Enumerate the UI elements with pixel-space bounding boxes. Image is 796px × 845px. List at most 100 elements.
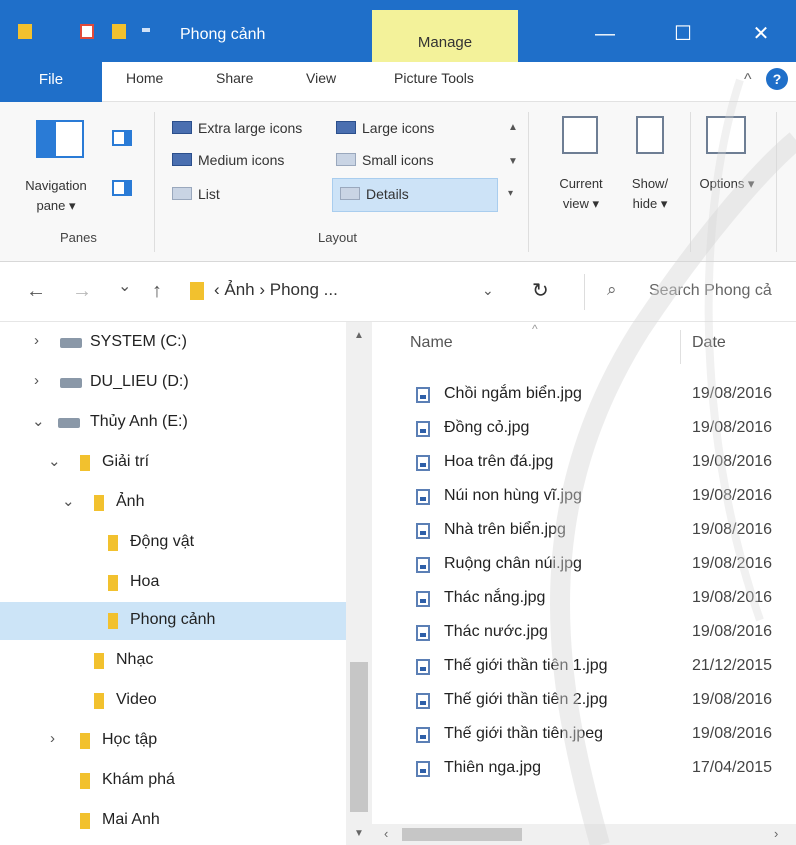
- collapse-icon[interactable]: ⌄: [32, 412, 45, 430]
- scroll-left-icon[interactable]: ‹: [384, 826, 388, 841]
- tree-item-label: Học tập: [102, 731, 158, 748]
- scroll-right-icon[interactable]: ›: [774, 826, 778, 841]
- options-button[interactable]: Options ▾: [690, 174, 764, 194]
- tree-item-giai-tri[interactable]: ⌄ Giải trí: [0, 444, 346, 482]
- ribbon-controls: ^ ?: [744, 68, 788, 90]
- navigation-scrollbar[interactable]: ▲ ▼: [346, 322, 372, 845]
- image-file-icon: [416, 557, 430, 573]
- collapse-ribbon-icon[interactable]: ^: [744, 71, 752, 88]
- details-pane-icon[interactable]: [112, 180, 132, 196]
- properties-icon[interactable]: [80, 24, 94, 39]
- current-view-button[interactable]: Current view ▾: [546, 174, 616, 214]
- file-name: Thế giới thần tiên 2.jpg: [444, 691, 608, 708]
- file-name: Đồng cỏ.jpg: [444, 419, 530, 436]
- window-title: Phong cảnh: [180, 26, 266, 43]
- tree-item-video[interactable]: Video: [0, 682, 346, 720]
- tree-item-kham-pha[interactable]: Khám phá: [0, 762, 346, 800]
- tree-item-anh[interactable]: ⌄ Ảnh: [0, 484, 346, 522]
- tree-item-system-c[interactable]: › SYSTEM (C:): [0, 324, 346, 362]
- tab-share[interactable]: Share: [216, 70, 253, 86]
- search-input[interactable]: ⌕ Search Phong cả: [584, 274, 796, 310]
- layout-list[interactable]: List: [172, 186, 220, 202]
- up-button[interactable]: ↑: [152, 280, 162, 303]
- recent-locations-button[interactable]: ⌄: [118, 276, 131, 296]
- folder-icon: [80, 773, 90, 789]
- forward-button[interactable]: →: [72, 280, 92, 303]
- tree-item-dong-vat[interactable]: Động vật: [0, 524, 346, 562]
- tree-item-phong-canh[interactable]: Phong cảnh: [0, 602, 346, 640]
- file-row[interactable]: Chồi ngắm biển.jpg 19/08/2016: [372, 378, 796, 412]
- options-icon[interactable]: [706, 116, 746, 154]
- layout-details[interactable]: Details: [340, 186, 409, 202]
- tree-item-du-lieu-d[interactable]: › DU_LIEU (D:): [0, 364, 346, 402]
- image-file-icon: [416, 591, 430, 607]
- tree-item-label: DU_LIEU (D:): [90, 373, 189, 390]
- details-icon: [340, 187, 360, 200]
- address-path[interactable]: ‹ Ảnh › Phong ... ⌄: [180, 274, 510, 310]
- column-header-name[interactable]: Name: [410, 334, 453, 352]
- scrollbar-thumb[interactable]: [350, 662, 368, 812]
- file-date: 21/12/2015: [692, 657, 773, 674]
- tree-item-hoa[interactable]: Hoa: [0, 564, 346, 602]
- tab-file[interactable]: File: [0, 62, 102, 102]
- refresh-icon[interactable]: ↻: [532, 278, 549, 303]
- close-button[interactable]: ✕: [726, 14, 796, 54]
- address-dropdown-icon[interactable]: ⌄: [482, 282, 494, 299]
- minimize-button[interactable]: —: [570, 14, 640, 54]
- column-separator[interactable]: [680, 330, 681, 364]
- expand-icon[interactable]: ›: [34, 372, 39, 389]
- file-row[interactable]: Thế giới thần tiên 1.jpg 21/12/2015: [372, 650, 796, 684]
- file-row[interactable]: Thiên nga.jpg 17/04/2015: [372, 752, 796, 786]
- file-row[interactable]: Thế giới thần tiên 2.jpg 19/08/2016: [372, 684, 796, 718]
- file-date: 19/08/2016: [692, 419, 773, 436]
- tree-item-mai-anh[interactable]: Mai Anh: [0, 802, 346, 840]
- file-row[interactable]: Ruộng chân núi.jpg 19/08/2016: [372, 548, 796, 582]
- new-folder-icon[interactable]: [112, 24, 126, 39]
- address-path-text: ‹ Ảnh › Phong ...: [214, 280, 338, 299]
- tree-item-thuy-anh-e[interactable]: ⌄ Thủy Anh (E:): [0, 404, 346, 442]
- scrollbar-thumb[interactable]: [402, 828, 522, 841]
- image-file-icon: [416, 421, 430, 437]
- horizontal-scrollbar[interactable]: ‹ ›: [372, 824, 796, 845]
- tab-home[interactable]: Home: [126, 70, 163, 86]
- collapse-icon[interactable]: ⌄: [62, 492, 75, 510]
- layout-small-icons[interactable]: Small icons: [336, 152, 434, 168]
- layout-expand-icon[interactable]: ▾: [508, 188, 513, 199]
- preview-pane-icon[interactable]: [112, 130, 132, 146]
- collapse-icon[interactable]: ⌄: [48, 452, 61, 470]
- tree-item-hoc-tap[interactable]: › Học tập: [0, 722, 346, 760]
- layout-scroll-down-icon[interactable]: ▼: [508, 156, 518, 167]
- scroll-down-icon[interactable]: ▼: [354, 828, 364, 839]
- extra-large-icons-icon: [172, 121, 192, 134]
- expand-icon[interactable]: ›: [50, 730, 55, 747]
- current-view-icon[interactable]: [562, 116, 598, 154]
- file-row[interactable]: Nhà trên biển.jpg 19/08/2016: [372, 514, 796, 548]
- column-header-date[interactable]: Date: [692, 334, 726, 352]
- layout-extra-large-icons[interactable]: Extra large icons: [172, 120, 302, 136]
- layout-scroll-up-icon[interactable]: ▲: [508, 122, 518, 133]
- file-row[interactable]: Đồng cỏ.jpg 19/08/2016: [372, 412, 796, 446]
- navigation-pane-button[interactable]: Navigation pane ▾: [16, 176, 96, 216]
- back-button[interactable]: ←: [26, 280, 46, 303]
- layout-medium-icons[interactable]: Medium icons: [172, 152, 284, 168]
- ribbon-separator: [154, 112, 155, 252]
- show-hide-button[interactable]: Show/ hide ▾: [618, 174, 682, 214]
- file-name: Núi non hùng vĩ.jpg: [444, 487, 582, 504]
- tab-picture-tools[interactable]: Picture Tools: [394, 70, 474, 86]
- tab-view[interactable]: View: [306, 70, 336, 86]
- quick-access-dropdown-icon[interactable]: [142, 28, 150, 32]
- file-row[interactable]: Thác nắng.jpg 19/08/2016: [372, 582, 796, 616]
- maximize-button[interactable]: ☐: [648, 14, 718, 54]
- file-row[interactable]: Thác nước.jpg 19/08/2016: [372, 616, 796, 650]
- tree-item-nhac[interactable]: Nhạc: [0, 642, 346, 680]
- tab-manage[interactable]: Manage: [372, 10, 518, 62]
- file-row[interactable]: Hoa trên đá.jpg 19/08/2016: [372, 446, 796, 480]
- scroll-up-icon[interactable]: ▲: [354, 330, 364, 341]
- help-icon[interactable]: ?: [766, 68, 788, 90]
- expand-icon[interactable]: ›: [34, 332, 39, 349]
- file-row[interactable]: Thế giới thần tiên.jpeg 19/08/2016: [372, 718, 796, 752]
- navigation-pane-icon[interactable]: [36, 120, 84, 158]
- layout-large-icons[interactable]: Large icons: [336, 120, 434, 136]
- file-row[interactable]: Núi non hùng vĩ.jpg 19/08/2016: [372, 480, 796, 514]
- show-hide-icon[interactable]: [636, 116, 664, 154]
